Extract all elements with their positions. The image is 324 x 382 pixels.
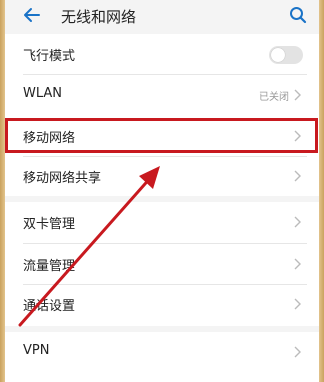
highlight-box [5, 118, 318, 153]
settings-group-4: VPN [5, 332, 319, 382]
chevron-right-icon [294, 298, 301, 310]
chevron-right-icon [294, 258, 301, 270]
airplane-mode-label: 飞行模式 [23, 49, 76, 64]
toggle-knob [271, 48, 285, 62]
wlan-status: 已关闭 [259, 92, 289, 103]
wlan-label: WLAN [23, 86, 63, 101]
vpn-label: VPN [23, 343, 50, 358]
vpn-row[interactable]: VPN [5, 332, 319, 372]
settings-group-3: 双卡管理 流量管理 通话设置 [5, 202, 319, 326]
chevron-right-icon [294, 346, 301, 358]
back-arrow-icon[interactable] [23, 6, 41, 24]
device-edge-right [319, 0, 324, 382]
data-usage-row[interactable]: 流量管理 [5, 244, 319, 284]
call-settings-label: 通话设置 [23, 299, 76, 314]
search-icon[interactable] [289, 6, 307, 24]
airplane-mode-toggle[interactable] [269, 46, 303, 64]
dual-sim-row[interactable]: 双卡管理 [5, 202, 319, 242]
wlan-row[interactable]: WLAN 已关闭 [5, 75, 319, 115]
chevron-right-icon [294, 89, 301, 101]
mobile-sharing-row[interactable]: 移动网络共享 [5, 156, 319, 196]
settings-group-1: 飞行模式 WLAN 已关闭 [5, 34, 319, 116]
app-header: 无线和网络 [5, 0, 319, 30]
page-title: 无线和网络 [61, 8, 137, 26]
call-settings-row[interactable]: 通话设置 [5, 284, 319, 324]
mobile-sharing-label: 移动网络共享 [23, 171, 102, 186]
dual-sim-label: 双卡管理 [23, 217, 76, 232]
chevron-right-icon [294, 216, 301, 228]
phone-screen: 无线和网络 飞行模式 WLAN 已关闭 移动网络 移动网络共享 双卡管理 流量管… [0, 0, 324, 382]
data-usage-label: 流量管理 [23, 259, 76, 274]
airplane-mode-row[interactable]: 飞行模式 [5, 34, 319, 74]
chevron-right-icon [294, 170, 301, 182]
